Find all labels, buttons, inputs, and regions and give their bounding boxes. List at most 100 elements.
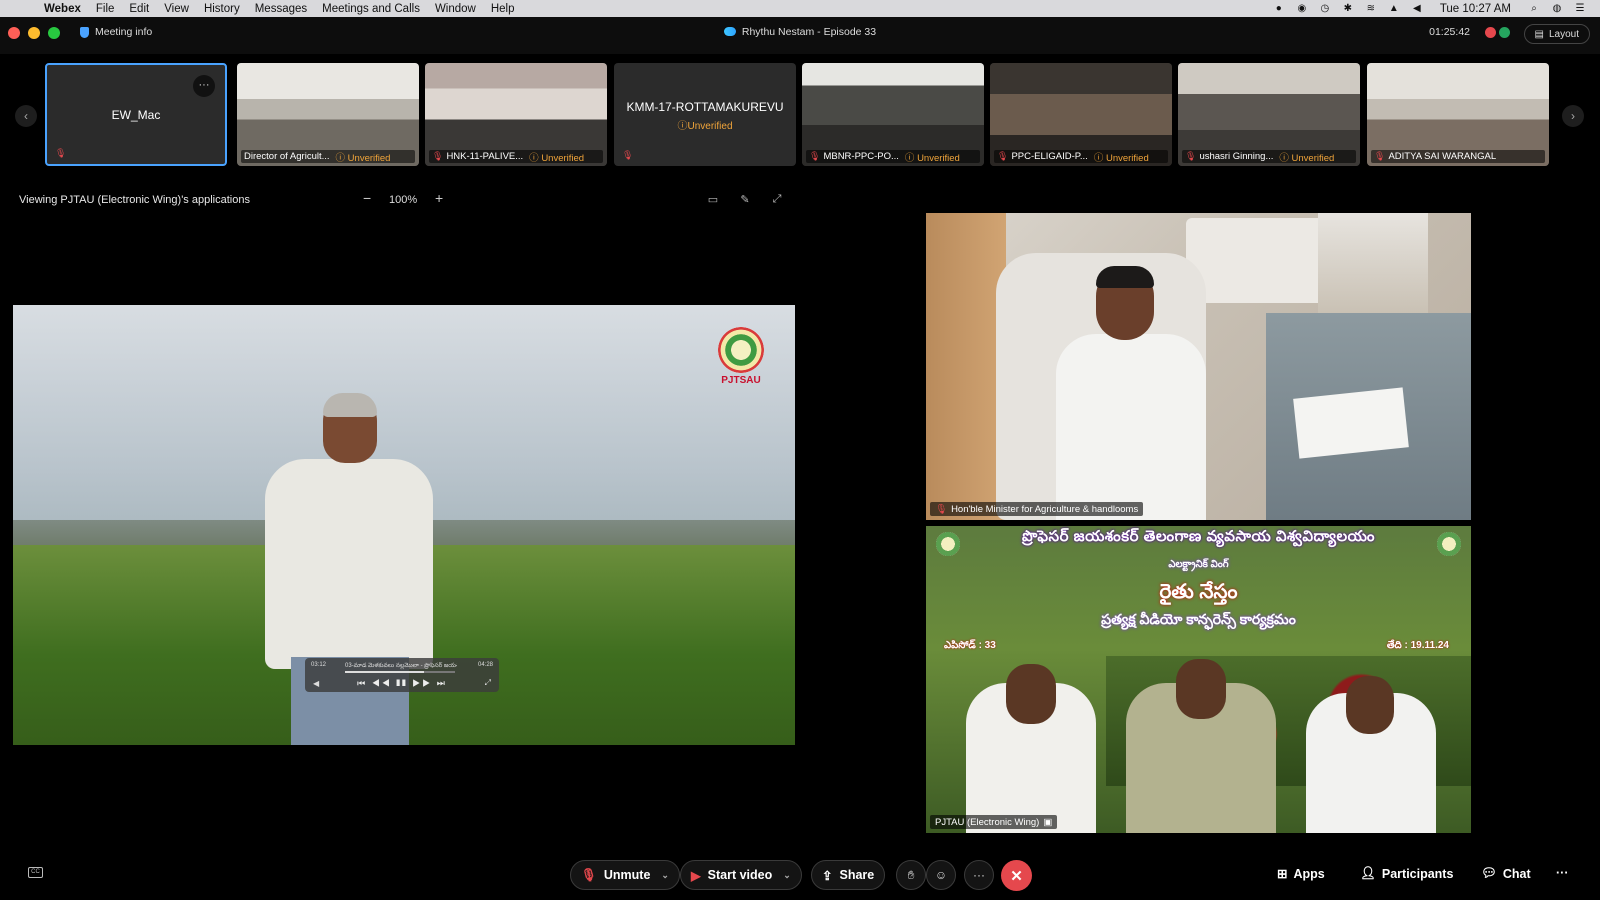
participant-tile[interactable]: 🎙︎ PPC-ELIGAID-P... ⓘ Unverified	[990, 63, 1172, 166]
university-seal-icon	[718, 327, 764, 373]
camera-status-icon[interactable]: ◉	[1296, 3, 1308, 15]
expand-icon[interactable]: ⤢	[485, 678, 491, 688]
unverified-badge: ⓘ Unverified	[529, 152, 585, 164]
menu-window[interactable]: Window	[435, 3, 476, 15]
leave-meeting-button[interactable]: ✕	[1001, 860, 1032, 891]
media-player-controls[interactable]: 03:12 03-మాడ మెళకువలు నల్లమొలా - ప్రొఫెస…	[305, 658, 499, 692]
participant-tile[interactable]: Director of Agricult... ⓘ Unverified	[237, 63, 419, 166]
participants-icon: 👤︎	[1360, 866, 1376, 880]
screen-share-icon: ▣	[1043, 816, 1053, 828]
participant-tile[interactable]: 🎙︎ MBNR-PPC-PO... ⓘ Unverified	[802, 63, 984, 166]
mic-muted-icon: 🎙︎	[1374, 151, 1386, 161]
video-label-text: Hon'ble Minister for Agriculture & handl…	[951, 503, 1139, 515]
share-button[interactable]: ⇪ Share	[811, 860, 886, 890]
filmstrip-prev-icon[interactable]: ‹	[15, 105, 37, 127]
chat-button[interactable]: 💬︎ Chat	[1481, 866, 1531, 881]
video-label-text: PJTAU (Electronic Wing)	[935, 816, 1040, 828]
participant-tile[interactable]: KMM-17-ROTTAMAKUREVU ⓘUnverified 🎙︎	[614, 63, 796, 166]
meeting-controls: CC 🎙︎ Unmute ⌄ ▶ Start video ⌄ ⇪ Share ✋…	[0, 858, 1600, 900]
start-video-label: Start video	[707, 868, 773, 882]
chevron-down-icon[interactable]: ⌄	[783, 870, 791, 881]
player-title: 03-మాడ మెళకువలు నల్లమొలా - ప్రొఫెసర్ జయశ…	[345, 663, 457, 669]
more-options-icon[interactable]: ···	[964, 860, 994, 890]
menu-app[interactable]: Webex	[44, 3, 81, 15]
raise-hand-icon[interactable]: ✋︎	[896, 860, 926, 890]
menu-history[interactable]: History	[204, 3, 240, 15]
network-status-icon[interactable]	[1499, 27, 1510, 38]
mic-muted-icon: 🎙︎	[1185, 151, 1197, 161]
layout-icon: ▤	[1534, 28, 1544, 40]
menu-messages[interactable]: Messages	[255, 3, 307, 15]
participant-tile[interactable]: 🎙︎ HNK-11-PALIVE... ⓘ Unverified	[425, 63, 607, 166]
banner-line: ప్రత్యక్ష వీడియో కాన్ఫరెన్స్ కార్యక్రమం	[1101, 611, 1296, 627]
participants-button[interactable]: 👤︎ Participants	[1360, 866, 1453, 881]
start-video-button[interactable]: ▶ Start video ⌄	[680, 860, 802, 890]
window-title: Rhythu Nestam - Episode 33	[0, 26, 1600, 38]
menu-file[interactable]: File	[96, 3, 115, 15]
video-label: 🎙︎ Hon'ble Minister for Agriculture & ha…	[930, 502, 1144, 516]
fullscreen-icon[interactable]: ⤢	[770, 193, 784, 207]
mic-muted-icon: 🎙︎	[935, 503, 948, 515]
menu-help[interactable]: Help	[491, 3, 515, 15]
control-center-icon[interactable]: ☰	[1574, 3, 1586, 15]
menubar-clock[interactable]: Tue 10:27 AM	[1440, 3, 1511, 15]
banner-title: ప్రొఫెసర్ జయశంకర్ తెలంగాణ వ్యవసాయ విశ్వవ…	[1021, 528, 1375, 545]
unmute-button[interactable]: 🎙︎ Unmute ⌄	[570, 860, 680, 890]
zoom-out-icon[interactable]: −	[363, 190, 371, 206]
apps-label: Apps	[1293, 866, 1325, 881]
reactions-icon[interactable]: ☺	[926, 860, 956, 890]
player-progress-bar[interactable]	[345, 671, 455, 673]
shared-screen-content[interactable]: PJTSAU 03:12 03-మాడ మెళకువలు నల్లమొలా - …	[13, 305, 795, 745]
share-icon: ⇪	[822, 868, 833, 883]
filmstrip-next-icon[interactable]: ›	[1562, 105, 1584, 127]
pjtsau-logo-text: PJTSAU	[721, 375, 761, 386]
participant-tile[interactable]: 🎙︎ ushasri Ginning... ⓘ Unverified	[1178, 63, 1360, 166]
captions-icon[interactable]: CC	[28, 867, 43, 878]
recording-indicator-icon[interactable]	[1485, 27, 1496, 38]
volume-icon[interactable]: ◀	[1411, 3, 1423, 15]
bluetooth-icon[interactable]: ✱	[1342, 3, 1354, 15]
time-machine-icon[interactable]: ◷	[1319, 3, 1331, 15]
menu-edit[interactable]: Edit	[129, 3, 149, 15]
siri-icon[interactable]: ◍	[1551, 3, 1563, 15]
mic-muted-icon: 🎙︎	[581, 867, 597, 882]
farmer-figure	[253, 393, 443, 745]
webex-status-icon[interactable]: ●	[1273, 3, 1285, 15]
participant-name: PPC-ELIGAID-P...	[1011, 151, 1088, 162]
panelist-head	[1006, 664, 1056, 724]
player-remaining: 04:28	[477, 662, 493, 668]
mic-muted-icon: 🎙︎	[432, 151, 444, 161]
playback-controls[interactable]: ⏮ ◀◀ ❚❚ ▶▶ ⏭	[305, 678, 499, 689]
participant-name: MBNR-PPC-PO...	[823, 151, 899, 162]
self-tile[interactable]: EW_Mac ··· 🎙︎	[45, 63, 227, 166]
spotlight-search-icon[interactable]: ⌕	[1528, 3, 1540, 15]
apps-icon: ⊞	[1277, 867, 1288, 881]
mic-muted-icon: 🎙︎	[997, 151, 1009, 161]
annotate-icon[interactable]: ✎	[738, 193, 752, 207]
menu-meetings-and-calls[interactable]: Meetings and Calls	[322, 3, 420, 15]
more-menu-icon[interactable]: ···	[1556, 866, 1569, 880]
participant-label: Director of Agricult... ⓘ Unverified	[241, 150, 415, 163]
chevron-down-icon[interactable]: ⌄	[661, 870, 669, 881]
wifi-icon[interactable]: ≋	[1365, 3, 1377, 15]
layout-button[interactable]: ▤ Layout	[1523, 24, 1590, 44]
participant-name: KMM-17-ROTTAMAKUREVU	[626, 100, 784, 114]
banner-date: తేది : 19.11.24	[1386, 640, 1449, 651]
airplay-icon[interactable]: ▲	[1388, 3, 1400, 15]
meeting-timer: 01:25:42	[1429, 26, 1470, 38]
video-pjtau-electronic-wing[interactable]: ప్రొఫెసర్ జయశంకర్ తెలంగాణ వ్యవసాయ విశ్వవ…	[926, 526, 1471, 833]
menu-view[interactable]: View	[164, 3, 189, 15]
participant-label: 🎙︎ MBNR-PPC-PO... ⓘ Unverified	[806, 150, 980, 163]
panelist-head	[1176, 659, 1226, 719]
apps-button[interactable]: ⊞ Apps	[1277, 866, 1325, 882]
video-minister[interactable]: 🎙︎ Hon'ble Minister for Agriculture & ha…	[926, 213, 1471, 520]
zoom-in-icon[interactable]: +	[435, 190, 443, 206]
self-name: EW_Mac	[111, 108, 161, 122]
participants-label: Participants	[1381, 866, 1454, 881]
webex-logo-icon	[723, 27, 736, 36]
fit-screen-icon[interactable]: ▭	[706, 193, 720, 207]
participant-label: 🎙︎ PPC-ELIGAID-P... ⓘ Unverified	[994, 150, 1168, 163]
more-options-icon[interactable]: ···	[193, 75, 215, 97]
participant-tile[interactable]: 🎙︎ ADITYA SAI WARANGAL	[1367, 63, 1549, 166]
participant-name: ADITYA SAI WARANGAL	[1388, 151, 1497, 162]
